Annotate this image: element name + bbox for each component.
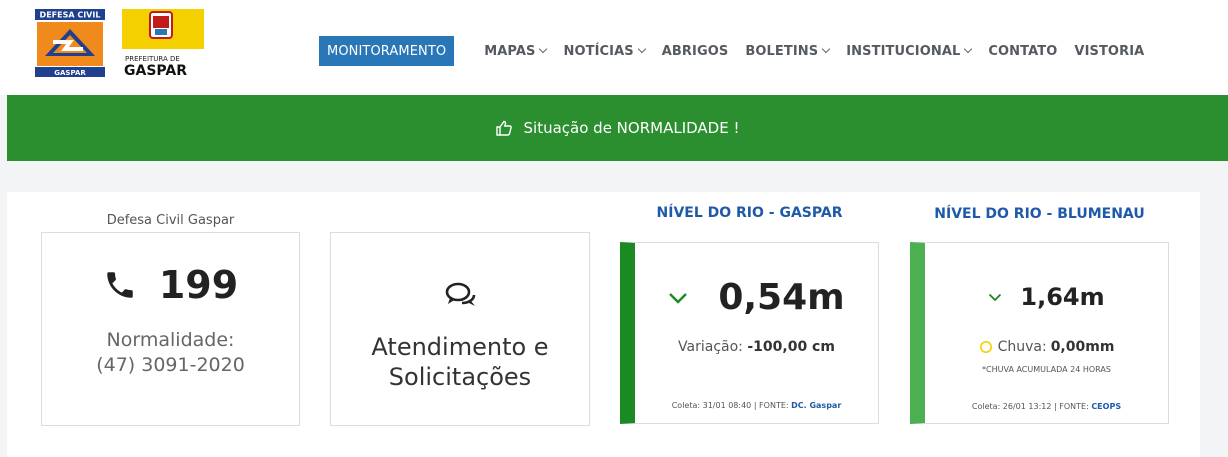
- site-header: DEFESA CIVIL GASPAR PREFEITURA DE GASPAR…: [0, 0, 1228, 95]
- chuva: Chuva: 0,00mm: [925, 339, 1168, 355]
- sun-icon: [979, 341, 992, 353]
- nav-institucional[interactable]: INSTITUCIONAL: [846, 43, 973, 59]
- coleta-text: Coleta: 26/01 13:12 | FONTE:: [971, 402, 1089, 411]
- nav-boletins[interactable]: BOLETINS: [745, 43, 831, 59]
- nav-label: ABRIGOS: [661, 43, 729, 59]
- nav-mapas[interactable]: MAPAS: [484, 43, 548, 59]
- nav-label: MONITORAMENTO: [327, 43, 447, 59]
- nav-contato[interactable]: CONTATO: [988, 44, 1057, 59]
- nav-label: CONTATO: [988, 43, 1058, 59]
- svg-text:GASPAR: GASPAR: [54, 69, 86, 77]
- defesa-civil-logo[interactable]: DEFESA CIVIL GASPAR: [35, 9, 105, 77]
- emergency-number: 199: [158, 263, 239, 307]
- chevron-down-icon: [539, 44, 548, 54]
- status-text: Situação de NORMALIDADE !: [523, 119, 740, 137]
- variacao-label: Variação:: [678, 339, 743, 355]
- contact-card[interactable]: 199 Normalidade: (47) 3091-2020: [41, 232, 300, 426]
- atendimento-label: Atendimento e Solicitações: [331, 332, 589, 392]
- river-level: 0,54m: [718, 277, 845, 318]
- thumbs-up-icon: [495, 120, 512, 136]
- fonte-text: CEOPS: [1091, 402, 1122, 411]
- coleta-info: Coleta: 26/01 13:12 | FONTE: CEOPS: [925, 402, 1168, 411]
- normal-label: Normalidade:: [106, 329, 235, 351]
- nav-vistoria[interactable]: VISTORIA: [1074, 44, 1144, 59]
- chat-icon: [445, 282, 476, 306]
- normal-phone: (47) 3091-2020: [96, 354, 245, 376]
- variacao: Variação: -100,00 cm: [635, 339, 878, 355]
- nav-monitoramento[interactable]: MONITORAMENTO: [319, 36, 455, 66]
- level-row: 1,64m: [925, 283, 1168, 311]
- nav-label: INSTITUCIONAL: [846, 43, 961, 59]
- level-row: 0,54m: [635, 277, 878, 318]
- nav-abrigos[interactable]: ABRIGOS: [662, 44, 729, 59]
- svg-text:DEFESA CIVIL: DEFESA CIVIL: [40, 11, 101, 20]
- chuva-value: 0,00mm: [1050, 339, 1115, 355]
- svg-text:PREFEITURA DE: PREFEITURA DE: [125, 55, 180, 63]
- rio-gaspar-title: NÍVEL DO RIO - GASPAR: [656, 205, 843, 221]
- atendimento-line1: Atendimento e: [371, 333, 549, 361]
- nav-label: BOLETINS: [745, 43, 819, 59]
- nav-label: NOTÍCIAS: [563, 43, 634, 59]
- atendimento-card[interactable]: Atendimento e Solicitações: [330, 232, 590, 426]
- chevron-down-icon: [989, 293, 1002, 301]
- svg-text:GASPAR: GASPAR: [124, 63, 187, 77]
- nav-noticias[interactable]: NOTÍCIAS: [563, 43, 646, 59]
- coleta-text: Coleta: 31/01 08:40 | FONTE:: [671, 401, 789, 410]
- chevron-down-icon: [821, 44, 831, 54]
- nav-label: VISTORIA: [1074, 43, 1145, 59]
- river-level: 1,64m: [1020, 283, 1105, 311]
- prefeitura-logo[interactable]: PREFEITURA DE GASPAR: [122, 9, 204, 77]
- main-nav: MONITORAMENTO MAPAS NOTÍCIAS ABRIGOS BOL…: [319, 36, 1161, 66]
- chevron-down-icon: [669, 292, 688, 304]
- phone-row: 199: [42, 263, 299, 307]
- atendimento-line2: Solicitações: [388, 363, 532, 391]
- fonte-text: DC. Gaspar: [791, 401, 842, 410]
- nav-label: MAPAS: [484, 43, 536, 59]
- rio-blumenau-card[interactable]: 1,64m Chuva: 0,00mm *CHUVA ACUMULADA 24 …: [910, 242, 1169, 424]
- phone-icon: [107, 272, 133, 298]
- rio-blumenau-title: NÍVEL DO RIO - BLUMENAU: [934, 206, 1145, 222]
- chuva-label: Chuva:: [997, 339, 1047, 355]
- chevron-down-icon: [637, 44, 646, 54]
- chevron-down-icon: [964, 44, 973, 54]
- status-banner: Situação de NORMALIDADE !: [7, 95, 1228, 161]
- acumulada-note: *CHUVA ACUMULADA 24 HORAS: [982, 365, 1111, 374]
- rio-gaspar-card[interactable]: 0,54m Variação: -100,00 cm Coleta: 31/01…: [620, 242, 879, 424]
- contact-heading: Defesa Civil Gaspar: [106, 213, 235, 228]
- normal-phone-block: Normalidade: (47) 3091-2020: [42, 328, 299, 378]
- coleta-info: Coleta: 31/01 08:40 | FONTE: DC. Gaspar: [635, 401, 878, 410]
- variacao-value: -100,00 cm: [747, 339, 835, 355]
